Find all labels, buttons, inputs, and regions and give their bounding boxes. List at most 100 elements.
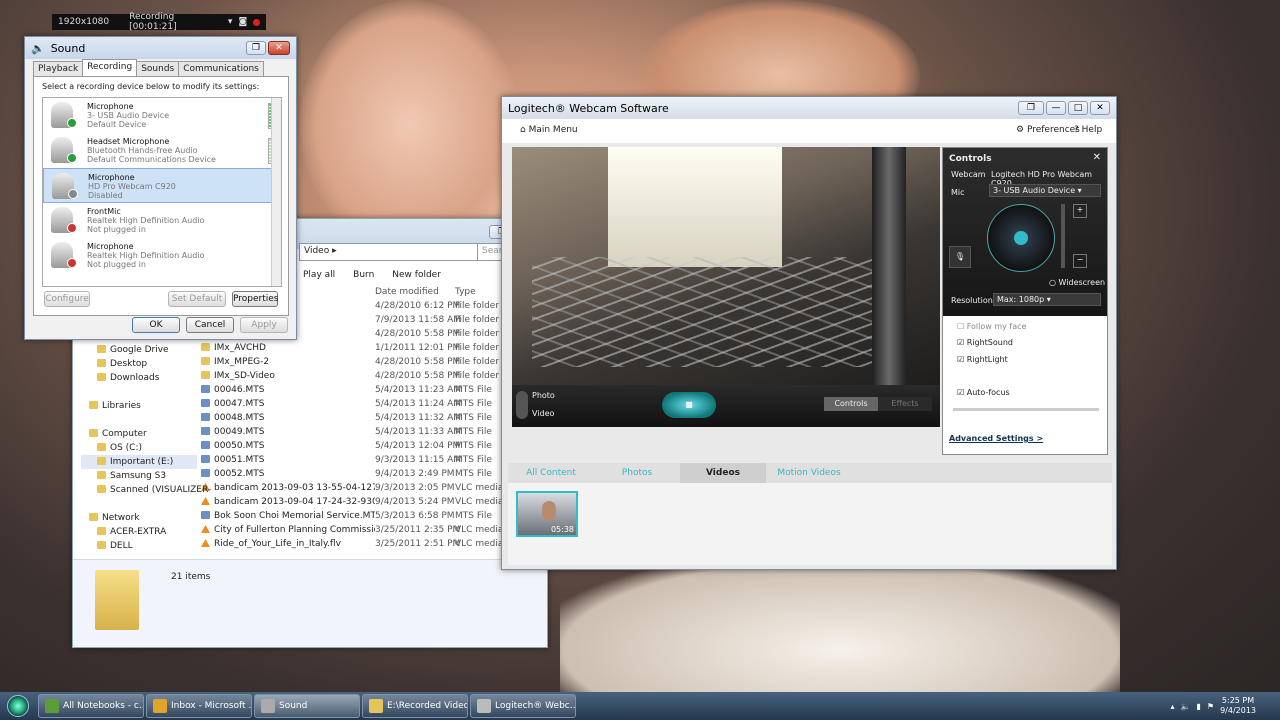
record-button[interactable]: ■: [662, 392, 716, 418]
device-list-scrollbar[interactable]: [271, 98, 281, 286]
taskbar-item[interactable]: All Notebooks - c...: [38, 694, 144, 718]
ok-button[interactable]: OK: [132, 317, 180, 333]
file-row[interactable]: 00052.MTS 9/4/2013 2:49 PM MTS File: [201, 467, 547, 481]
properties-button[interactable]: Properties: [232, 291, 278, 307]
start-button[interactable]: [0, 692, 36, 720]
file-row[interactable]: 00048.MTS 5/4/2013 11:32 AM MTS File: [201, 411, 547, 425]
camera-icon[interactable]: ◙: [238, 17, 247, 27]
focus-slider[interactable]: [953, 408, 1099, 411]
nav-item[interactable]: Important (E:): [81, 455, 197, 469]
cancel-button[interactable]: Cancel: [186, 317, 234, 333]
burn-button[interactable]: Burn: [353, 270, 374, 280]
taskbar-item[interactable]: Sound: [254, 694, 360, 718]
effects-toggle-button[interactable]: Effects: [878, 397, 932, 411]
rightlight-checkbox[interactable]: ☑ RightLight: [957, 355, 1008, 364]
nav-icon: [97, 485, 106, 493]
file-row[interactable]: bandicam 2013-09-03 13-55-04-127.avi9/3/…: [201, 481, 547, 495]
recording-device[interactable]: Microphone HD Pro Webcam C920 Disabled: [43, 168, 281, 203]
logitech-close-button[interactable]: ✕: [1090, 101, 1110, 115]
microphone-icon[interactable]: 🎙: [949, 246, 971, 268]
file-row[interactable]: City of Fullerton Planning Commission C.…: [201, 523, 547, 537]
pan-tilt-pad[interactable]: [987, 204, 1055, 272]
sound-tab-recording[interactable]: Recording: [82, 59, 138, 76]
nav-item[interactable]: Network: [81, 511, 197, 525]
nav-label: Scanned (VISUALIZER-: [110, 485, 212, 495]
file-row[interactable]: 00047.MTS 5/4/2013 11:24 AM MTS File: [201, 397, 547, 411]
file-row[interactable]: IMx_MPEG-2 4/28/2010 5:58 PM File folder: [201, 355, 547, 369]
new-folder-button[interactable]: New folder: [392, 270, 441, 280]
logitech-minimize-button[interactable]: —: [1046, 101, 1066, 115]
tab-motion-videos[interactable]: Motion Videos: [766, 463, 852, 483]
rightsound-checkbox[interactable]: ☑ RightSound: [957, 338, 1013, 347]
nav-item[interactable]: Scanned (VISUALIZER-: [81, 483, 211, 497]
file-date: 3/25/2011 2:51 PM: [375, 539, 461, 549]
recorder-dropdown-icon[interactable]: ▾: [228, 17, 233, 27]
sound-tab-playback[interactable]: Playback: [33, 61, 84, 76]
mic-select[interactable]: 3- USB Audio Device ▾: [989, 184, 1101, 197]
widescreen-option[interactable]: ○ Widescreen: [1049, 278, 1105, 287]
photo-video-toggle[interactable]: [516, 391, 528, 419]
volume-icon[interactable]: 🔈: [1181, 702, 1191, 711]
file-date: 9/4/2013 2:49 PM: [375, 469, 455, 479]
file-row[interactable]: 00051.MTS 9/3/2013 11:15 AM MTS File: [201, 453, 547, 467]
taskbar-item[interactable]: Inbox - Microsoft ...: [146, 694, 252, 718]
network-icon[interactable]: ▮: [1196, 702, 1200, 711]
tab-photos[interactable]: Photos: [594, 463, 680, 483]
zoom-out-icon[interactable]: −: [1073, 254, 1087, 268]
sound-tab-communications[interactable]: Communications: [178, 61, 264, 76]
flag-icon[interactable]: ⚑: [1207, 702, 1214, 711]
help-button[interactable]: ? Help: [1074, 125, 1102, 135]
nav-item[interactable]: Libraries: [81, 399, 197, 413]
preferences-button[interactable]: ⚙ Preferences: [1016, 125, 1080, 135]
file-row[interactable]: IMx_SD-Video 4/28/2010 5:58 PM File folder: [201, 369, 547, 383]
column-date-modified[interactable]: Date modified: [375, 285, 455, 299]
advanced-settings-link[interactable]: Advanced Settings >: [949, 434, 1043, 443]
apply-button[interactable]: Apply: [240, 317, 288, 333]
recording-device[interactable]: FrontMic Realtek High Definition Audio Not…: [43, 203, 281, 238]
taskbar-item[interactable]: E:\Recorded Video: [362, 694, 468, 718]
tab-videos[interactable]: Videos: [680, 463, 766, 483]
sound-tab-sounds[interactable]: Sounds: [136, 61, 180, 76]
recording-device[interactable]: Microphone Realtek High Definition Audio N…: [43, 238, 281, 273]
video-thumbnail[interactable]: 05:38: [516, 491, 578, 537]
resolution-select[interactable]: Max: 1080p ▾: [993, 293, 1101, 306]
nav-item[interactable]: Samsung S3: [81, 469, 197, 483]
nav-item[interactable]: Computer: [81, 427, 197, 441]
nav-item[interactable]: Desktop: [81, 357, 197, 371]
autofocus-checkbox[interactable]: ☑ Auto-focus: [957, 388, 1010, 397]
nav-item[interactable]: DELL: [81, 539, 197, 553]
file-row[interactable]: IMx_AVCHD 1/1/2011 12:01 PM File folder: [201, 341, 547, 355]
controls-close-icon[interactable]: ✕: [1093, 152, 1101, 163]
set-default-button[interactable]: Set Default: [168, 291, 226, 307]
tray-chevron-icon[interactable]: ▴: [1171, 702, 1175, 711]
follow-face-checkbox[interactable]: ☐ Follow my face: [957, 322, 1026, 331]
main-menu-button[interactable]: ⌂ Main Menu: [520, 125, 578, 135]
file-row[interactable]: Bok Soon Choi Memorial Service.MTS 5/3/20…: [201, 509, 547, 523]
sound-close-button[interactable]: ✕: [268, 41, 290, 55]
configure-button[interactable]: Configure: [44, 291, 90, 307]
file-row[interactable]: Ride_of_Your_Life_in_Italy.flv 3/25/2011 …: [201, 537, 547, 551]
file-row[interactable]: 00046.MTS 5/4/2013 11:23 AM MTS File: [201, 383, 547, 397]
tab-all-content[interactable]: All Content: [508, 463, 594, 483]
pan-center-button[interactable]: [1014, 231, 1028, 245]
file-row[interactable]: 00049.MTS 5/4/2013 11:33 AM MTS File: [201, 425, 547, 439]
recording-device[interactable]: Headset Microphone Bluetooth Hands-free A…: [43, 133, 281, 168]
nav-item[interactable]: ACER-EXTRA: [81, 525, 197, 539]
record-stop-icon[interactable]: [253, 18, 260, 26]
zoom-slider[interactable]: [1061, 204, 1065, 268]
sound-restore-button[interactable]: ❐: [246, 41, 266, 55]
controls-toggle-button[interactable]: Controls: [824, 397, 878, 411]
file-row[interactable]: bandicam 2013-09-04 17-24-32-930.avi9/4/…: [201, 495, 547, 509]
logitech-restore-button[interactable]: ❐: [1018, 101, 1044, 115]
zoom-in-icon[interactable]: +: [1073, 204, 1087, 218]
file-row[interactable]: 00050.MTS 5/4/2013 12:04 PM MTS File: [201, 439, 547, 453]
recording-device[interactable]: Microphone 3- USB Audio Device Default Dev…: [43, 98, 281, 133]
nav-item[interactable]: OS (C:): [81, 441, 197, 455]
play-all-button[interactable]: Play all: [303, 270, 335, 280]
nav-item[interactable]: Downloads: [81, 371, 197, 385]
clock[interactable]: 5:25 PM 9/4/2013: [1220, 696, 1256, 716]
logitech-maximize-button[interactable]: □: [1068, 101, 1088, 115]
nav-item[interactable]: Google Drive: [81, 343, 197, 357]
taskbar-item[interactable]: Logitech® Webc...: [470, 694, 576, 718]
